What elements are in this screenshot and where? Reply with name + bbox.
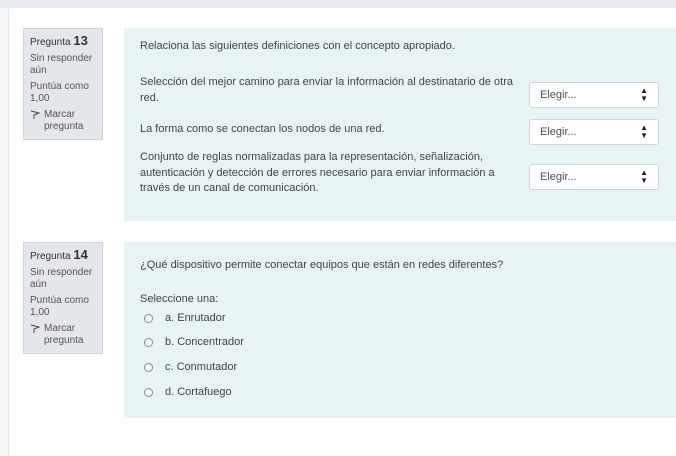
top-bar <box>0 0 676 8</box>
option-label: b. Concentrador <box>165 336 244 348</box>
question-13-number: Pregunta 13 <box>30 33 102 49</box>
match-row-1-text: Selección del mejor camino para enviar l… <box>140 76 513 104</box>
question-label: Pregunta <box>30 251 71 262</box>
question-number: 13 <box>73 33 88 48</box>
answer-option-a[interactable]: a. Enrutador <box>144 312 226 324</box>
match-row-3-select[interactable]: Elegir... ▲ ▼ <box>529 164 659 190</box>
match-row-1-select[interactable]: Elegir... ▲ ▼ <box>529 82 659 108</box>
select-caret-icon: ▲ ▼ <box>640 168 648 185</box>
question-14-number: Pregunta 14 <box>30 247 102 263</box>
question-status: Sin responder aún <box>30 267 93 290</box>
answer-option-c[interactable]: c. Conmutador <box>144 361 237 373</box>
radio-button[interactable] <box>144 313 153 323</box>
question-grade: Puntúa como 1,00 <box>30 81 89 104</box>
quiz-page: Pregunta 13 Sin responder aún Puntúa com… <box>8 8 676 456</box>
match-row-2-select[interactable]: Elegir... ▲ ▼ <box>529 119 659 145</box>
option-label: c. Conmutador <box>165 361 238 373</box>
match-row-3-text: Conjunto de reglas normalizadas para la … <box>140 151 495 194</box>
radio-button[interactable] <box>144 362 153 372</box>
answer-option-d[interactable]: d. Cortafuego <box>144 386 232 398</box>
flag-label: Marcar pregunta <box>44 323 84 346</box>
select-one-prompt: Seleccione una: <box>140 293 219 305</box>
select-value: Elegir... <box>540 89 577 101</box>
match-row-2-text: La forma como se conectan los nodos de u… <box>140 123 385 135</box>
question-label: Pregunta <box>30 37 71 48</box>
question-14-content: ¿Qué dispositivo permite conectar equipo… <box>124 242 676 418</box>
option-label: a. Enrutador <box>165 312 226 324</box>
flag-icon <box>30 109 41 133</box>
select-caret-icon: ▲ ▼ <box>640 123 648 140</box>
flag-question-button[interactable]: Marcar pregunta <box>30 109 102 133</box>
question-13-content: Relaciona las siguientes definiciones co… <box>124 28 676 221</box>
flag-question-button[interactable]: Marcar pregunta <box>30 323 102 347</box>
select-value: Elegir... <box>540 171 577 183</box>
flag-label: Marcar pregunta <box>44 109 84 132</box>
answer-option-b[interactable]: b. Concentrador <box>144 336 244 348</box>
question-grade: Puntúa como 1,00 <box>30 295 89 318</box>
flag-icon <box>30 323 41 347</box>
question-status: Sin responder aún <box>30 53 93 76</box>
option-label: d. Cortafuego <box>165 386 232 398</box>
question-number: 14 <box>73 247 88 262</box>
question-13-info: Pregunta 13 Sin responder aún Puntúa com… <box>23 28 103 140</box>
radio-button[interactable] <box>144 337 153 347</box>
select-value: Elegir... <box>540 126 577 138</box>
select-caret-icon: ▲ ▼ <box>640 86 648 103</box>
question-13-text: Relaciona las siguientes definiciones co… <box>140 40 455 52</box>
radio-button[interactable] <box>144 387 153 397</box>
question-14-info: Pregunta 14 Sin responder aún Puntúa com… <box>23 242 103 354</box>
question-14-text: ¿Qué dispositivo permite conectar equipo… <box>140 259 504 271</box>
